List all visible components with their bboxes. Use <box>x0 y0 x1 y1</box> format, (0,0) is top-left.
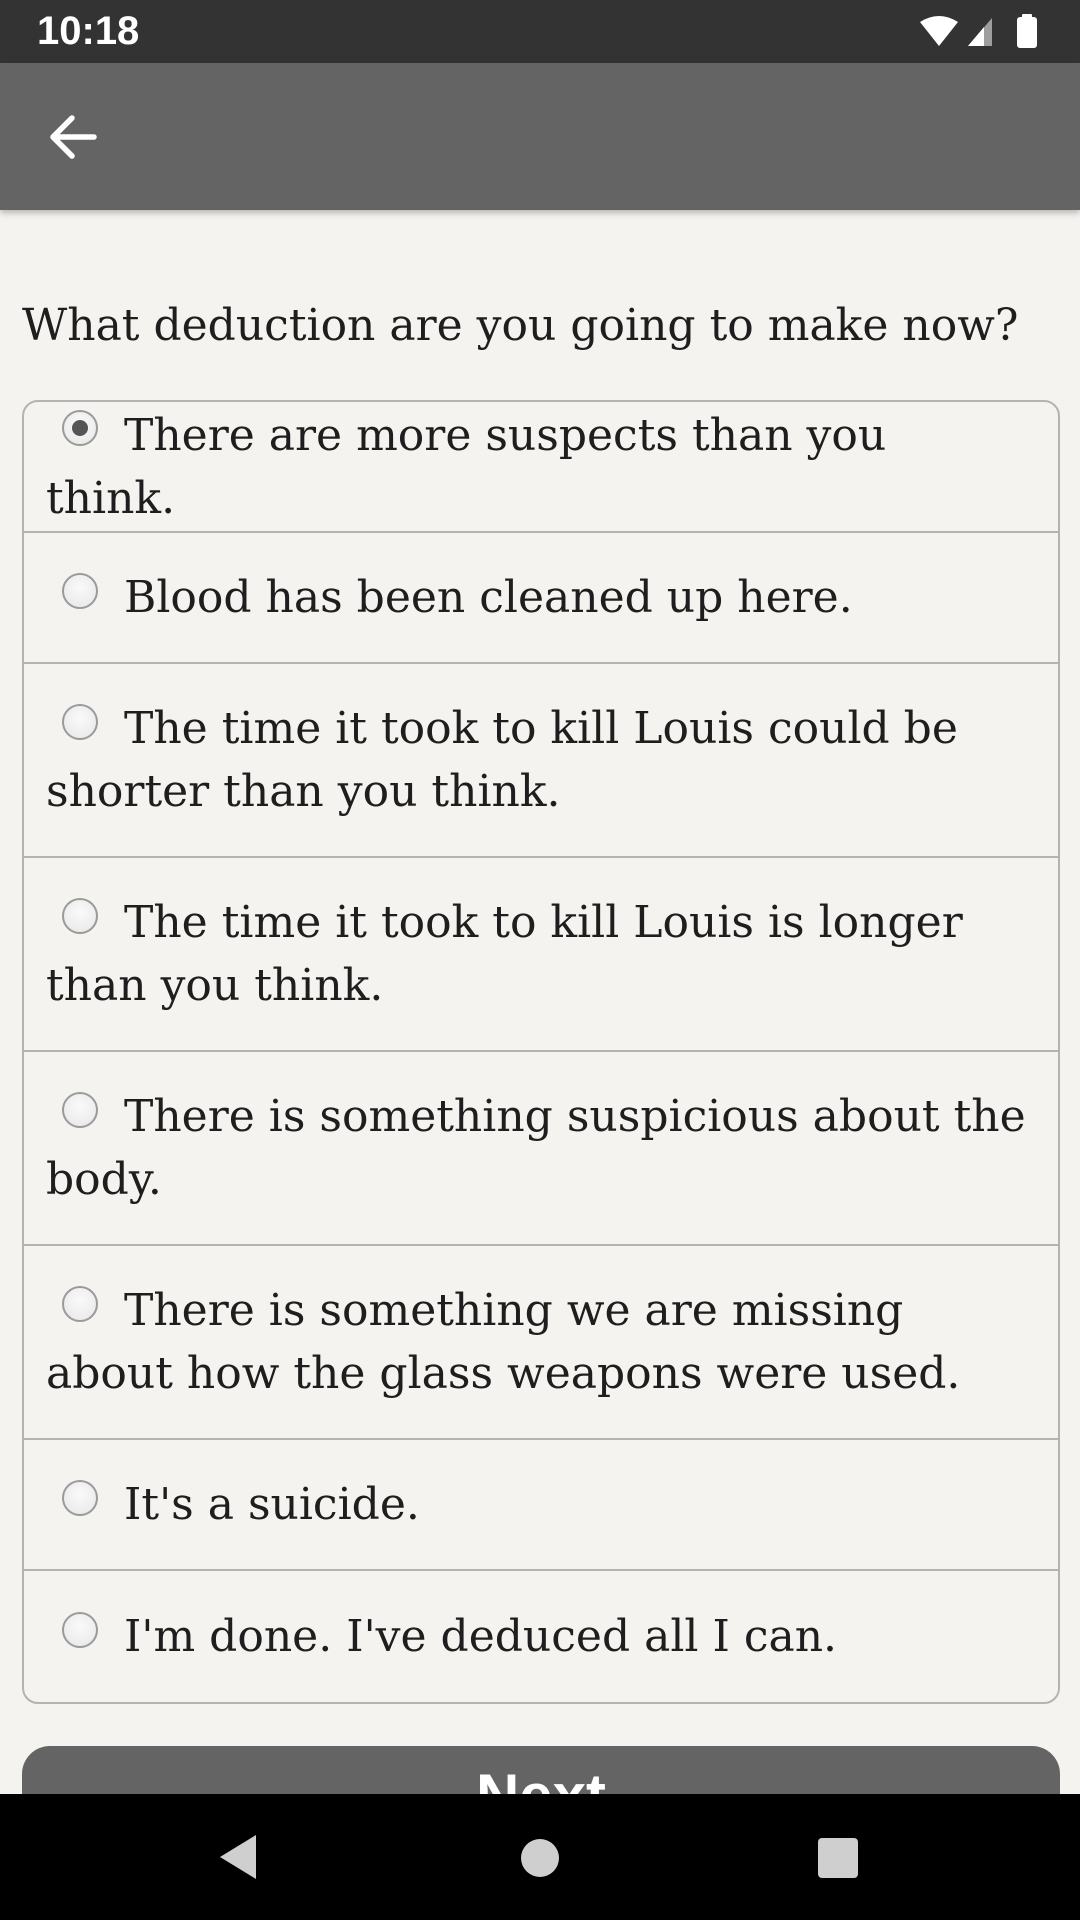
wifi-icon <box>920 16 958 46</box>
signal-icon <box>968 18 992 46</box>
next-button[interactable]: Next <box>22 1746 1060 1794</box>
status-time: 10:18 <box>37 9 140 53</box>
content-area: What deduction are you going to make now… <box>0 210 1080 1794</box>
radio-button[interactable] <box>62 1091 98 1128</box>
radio-button[interactable] <box>62 897 98 934</box>
navigation-bar <box>0 1794 1080 1920</box>
option-item[interactable]: The time it took to kill Louis could be … <box>24 664 1058 858</box>
option-label: The time it took to kill Louis could be … <box>46 703 958 817</box>
option-label: There is something we are missing about … <box>46 1285 961 1399</box>
option-label: The time it took to kill Louis is longer… <box>46 897 963 1011</box>
option-label: There is something suspicious about the … <box>46 1091 1026 1205</box>
radio-button-selected[interactable] <box>62 410 98 446</box>
question-text: What deduction are you going to make now… <box>22 300 1019 351</box>
option-item[interactable]: There is something we are missing about … <box>24 1246 1058 1440</box>
radio-button[interactable] <box>62 1611 98 1648</box>
battery-icon <box>1017 14 1037 48</box>
options-list: There are more suspects than you think. … <box>22 400 1060 1704</box>
option-item[interactable]: There are more suspects than you think. <box>24 402 1058 533</box>
radio-button[interactable] <box>62 572 98 609</box>
option-item[interactable]: It's a suicide. <box>24 1440 1058 1571</box>
nav-recents-icon[interactable] <box>818 1838 858 1878</box>
back-button[interactable] <box>36 100 110 174</box>
option-label: It's a suicide. <box>124 1479 420 1530</box>
option-item[interactable]: There is something suspicious about the … <box>24 1052 1058 1246</box>
nav-back-icon[interactable] <box>216 1832 260 1882</box>
status-icons <box>920 14 1037 48</box>
option-label: I'm done. I've deduced all I can. <box>124 1611 838 1662</box>
status-bar: 10:18 <box>0 0 1080 63</box>
radio-button[interactable] <box>62 1479 98 1516</box>
arrow-back-icon <box>50 115 97 159</box>
option-item[interactable]: The time it took to kill Louis is longer… <box>24 858 1058 1052</box>
radio-button[interactable] <box>62 703 98 740</box>
nav-home-icon[interactable] <box>521 1839 559 1877</box>
radio-button[interactable] <box>62 1285 98 1322</box>
app-bar <box>0 63 1080 210</box>
option-item[interactable]: Blood has been cleaned up here. <box>24 533 1058 664</box>
option-item[interactable]: I'm done. I've deduced all I can. <box>24 1571 1058 1702</box>
option-label: Blood has been cleaned up here. <box>124 572 853 623</box>
option-label: There are more suspects than you think. <box>46 409 887 524</box>
